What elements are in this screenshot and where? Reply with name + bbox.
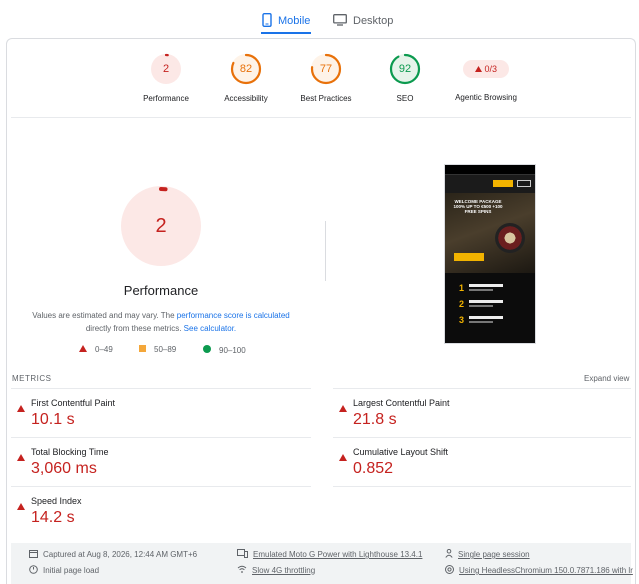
legend-range: 0–49 (95, 345, 113, 354)
fail-triangle-icon (17, 448, 25, 466)
single-page-session[interactable]: Single page session (445, 548, 530, 560)
shot-cta-button (454, 253, 484, 261)
person-icon (445, 548, 453, 560)
desc-text: Values are estimated and may vary. The (32, 311, 177, 320)
shot-hero-text: WELCOME PACKAGE 100% UP TO €500 +100 FRE… (453, 199, 503, 214)
score-ring: 92 (389, 53, 421, 85)
report-card: 2 Performance 82 Accessibility 77 Best P… (6, 38, 636, 584)
score-ring: 82 (230, 53, 262, 85)
performance-score-link[interactable]: performance score is calculated (177, 311, 290, 320)
shot-login-button (517, 180, 531, 187)
circle-icon (203, 345, 211, 355)
metric-value: 3,060 ms (31, 460, 97, 477)
score-label: SEO (396, 94, 414, 103)
fail-triangle-icon (17, 497, 25, 515)
device-icon (237, 549, 248, 560)
metric-divider (333, 486, 631, 487)
tab-desktop[interactable]: Desktop (333, 8, 393, 34)
initial-text: Initial page load (43, 566, 100, 575)
score-ring: 77 (310, 53, 342, 85)
metric-value: 10.1 s (31, 411, 75, 428)
metric-divider (333, 388, 631, 389)
legend-fail: 0–49 (79, 345, 113, 354)
legend-range: 90–100 (219, 345, 246, 355)
legend-pass: 90–100 (203, 345, 246, 355)
captured-text: Captured at Aug 8, 2026, 12:44 AM GMT+6 (43, 550, 198, 559)
score-label: Performance (143, 94, 189, 103)
agentic-pill: 0/3 (463, 60, 509, 78)
phone-icon (262, 12, 272, 30)
see-calculator-link[interactable]: See calculator. (184, 324, 236, 333)
device-text: Emulated Moto G Power with Lighthouse 13… (253, 550, 423, 559)
timer-icon (29, 565, 38, 576)
metric-title: Largest Contentful Paint (353, 398, 450, 408)
score-gauge-performance[interactable]: 2 Performance (121, 53, 211, 103)
wifi-icon (237, 565, 247, 575)
device-tabs: Mobile Desktop (0, 0, 639, 36)
network-throttling[interactable]: Slow 4G throttling (237, 565, 315, 575)
metric-value: 0.852 (353, 460, 394, 477)
vertical-divider (325, 221, 326, 281)
fail-triangle-icon (339, 448, 347, 466)
score-value: 2 (162, 63, 170, 75)
square-icon (139, 345, 146, 354)
section-divider (11, 117, 631, 118)
metric-divider (11, 388, 311, 389)
metric-title: Total Blocking Time (31, 447, 109, 457)
legend-range: 50–89 (154, 345, 177, 354)
performance-description: Values are estimated and may vary. The p… (21, 309, 301, 335)
monitor-icon (333, 13, 347, 29)
tab-mobile-label: Mobile (278, 15, 311, 27)
expand-view-toggle[interactable]: Expand view (584, 374, 629, 383)
score-label: Accessibility (224, 94, 268, 103)
score-label: Agentic Browsing (455, 93, 517, 102)
runtime-settings-footer: Captured at Aug 8, 2026, 12:44 AM GMT+6 … (11, 543, 633, 584)
score-gauge-accessibility[interactable]: 82 Accessibility (201, 53, 291, 103)
agentic-value: 0/3 (484, 64, 498, 74)
active-tab-indicator (261, 32, 311, 34)
score-value: 82 (239, 63, 253, 75)
legend-average: 50–89 (139, 345, 176, 354)
calendar-icon (29, 549, 38, 560)
score-value: 92 (398, 63, 412, 75)
session-text: Single page session (458, 550, 530, 559)
shot-topbar (445, 165, 535, 175)
metric-value: 14.2 s (31, 509, 75, 526)
shot-register-button (493, 180, 513, 187)
captured-at: Captured at Aug 8, 2026, 12:44 AM GMT+6 (29, 549, 197, 560)
metric-divider (11, 437, 311, 438)
performance-score: 2 (155, 215, 167, 237)
score-gauge-agentic-browsing[interactable]: 0/3 Agentic Browsing (441, 53, 531, 102)
initial-page-load: Initial page load (29, 565, 99, 576)
score-gauge-best-practices[interactable]: 77 Best Practices (281, 53, 371, 103)
metric-divider (11, 486, 311, 487)
metrics-heading: METRICS (12, 374, 52, 383)
score-ring: 2 (150, 53, 182, 85)
tab-desktop-label: Desktop (353, 15, 394, 27)
emulated-device[interactable]: Emulated Moto G Power with Lighthouse 13… (237, 549, 422, 560)
performance-title: Performance (123, 283, 199, 298)
score-value: 77 (319, 63, 333, 75)
metric-value: 21.8 s (353, 411, 397, 428)
roulette-wheel-image (495, 223, 525, 253)
browser-text: Using HeadlessChromium 150.0.7871.186 wi… (459, 566, 633, 575)
fail-triangle-icon (17, 399, 25, 417)
triangle-icon (79, 345, 87, 354)
throttling-text: Slow 4G throttling (252, 565, 316, 575)
metric-title: First Contentful Paint (31, 398, 116, 408)
score-gauge-seo[interactable]: 92 SEO (360, 53, 450, 103)
page-screenshot[interactable]: WELCOME PACKAGE 100% UP TO €500 +100 FRE… (444, 164, 536, 344)
browser-version[interactable]: Using HeadlessChromium 150.0.7871.186 wi… (445, 565, 633, 576)
performance-big-gauge: 2 (119, 184, 203, 268)
metric-divider (333, 437, 631, 438)
shot-steps: 1 2 3 (445, 273, 535, 343)
desc-text: directly from these metrics. (85, 324, 184, 333)
fail-triangle-icon (339, 399, 347, 417)
chrome-icon (445, 565, 454, 576)
metric-title: Cumulative Layout Shift (353, 447, 449, 457)
tab-mobile[interactable]: Mobile (262, 8, 310, 34)
warning-triangle-icon (474, 64, 482, 74)
score-label: Best Practices (300, 94, 352, 103)
metric-title: Speed Index (31, 496, 82, 506)
